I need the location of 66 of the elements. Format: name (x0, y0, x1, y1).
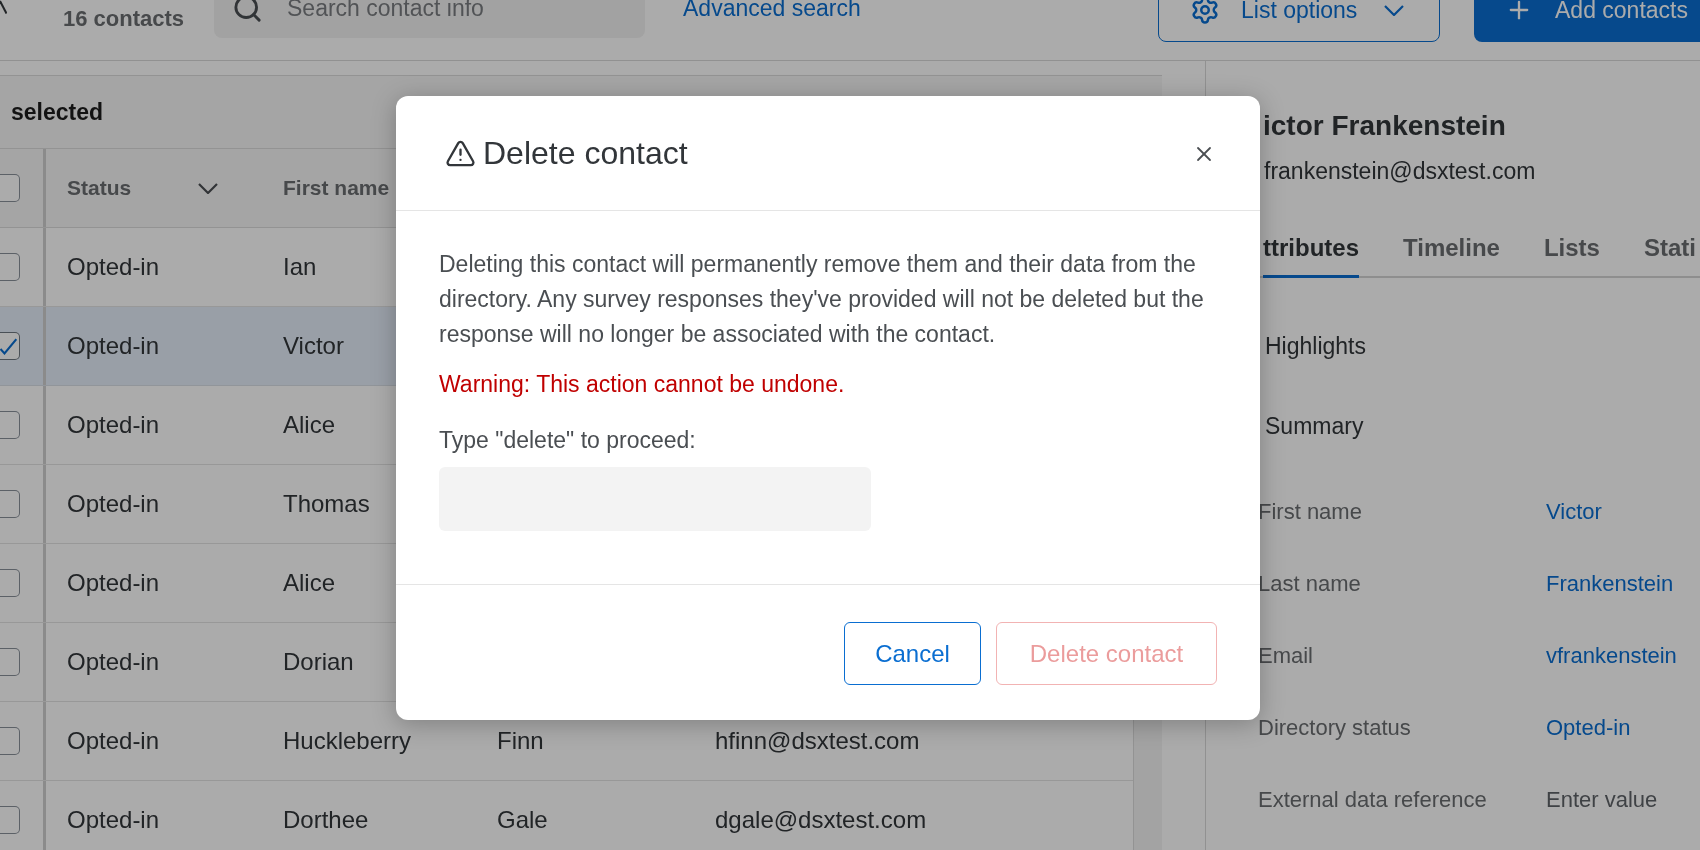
table-cell: Dorian (283, 647, 354, 677)
contact-count: 16 contacts (63, 6, 185, 32)
chevron-left-icon[interactable] (0, 0, 7, 14)
checkbox[interactable] (0, 174, 20, 202)
table-cell: Huckleberry (283, 726, 412, 756)
confirm-label: Type "delete" to proceed: (439, 426, 696, 455)
column-header[interactable]: Status (67, 175, 218, 201)
field-label: External data reference (1258, 786, 1488, 814)
checkbox[interactable] (0, 806, 20, 834)
field-value[interactable]: vfrankenstein (1546, 642, 1677, 670)
chevron-down-icon (198, 182, 218, 194)
selection-count: selected (11, 98, 104, 126)
table-cell: Opted-in (67, 726, 160, 756)
tab[interactable]: Stati (1643, 233, 1696, 278)
checkbox[interactable] (0, 411, 20, 439)
table-cell: Opted-in (67, 647, 160, 677)
contact-email: frankenstein@dsxtest.com (1264, 157, 1537, 185)
warning-text: Warning: This action cannot be undone. (439, 370, 845, 399)
cancel-button[interactable]: Cancel (844, 622, 981, 685)
add-contacts-button[interactable]: Add contacts (1474, 0, 1700, 42)
table-cell: dgale@dsxtest.com (715, 805, 927, 835)
check-icon (0, 337, 17, 355)
dialog-message: Deleting this contact will permanently remove them and their data from the directory. Any survey responses they've provided will not be deleted but the response will no longer be associated with the contact. (439, 250, 1205, 349)
tab[interactable]: Lists (1543, 233, 1600, 278)
field-value[interactable]: Opted-in (1546, 714, 1631, 742)
advanced-search-link[interactable]: Advanced search (683, 0, 861, 22)
checkbox[interactable] (0, 727, 20, 755)
chevron-down-icon (1384, 4, 1405, 16)
field-label: Last name (1258, 570, 1362, 598)
list-options-button[interactable]: List options (1158, 0, 1440, 42)
checkbox[interactable] (0, 569, 20, 597)
dialog-title: Delete contact (483, 136, 688, 170)
table-cell: Opted-in (67, 410, 160, 440)
field-value[interactable]: Victor (1546, 498, 1602, 526)
section-header[interactable]: Summary (1265, 412, 1700, 440)
table-cell: Alice (283, 568, 336, 598)
table-cell: Gale (497, 805, 548, 835)
search-icon (232, 0, 263, 24)
table-cell: Finn (497, 726, 544, 756)
table-cell: Opted-in (67, 252, 160, 282)
section-header[interactable]: Highlights (1265, 332, 1700, 360)
field-value[interactable]: Frankenstein (1546, 570, 1674, 598)
table-cell: hfinn@dsxtest.com (715, 726, 920, 756)
table-cell: Opted-in (67, 568, 160, 598)
value-field[interactable]: Enter value (1546, 786, 1686, 814)
table-cell: Opted-in (67, 489, 160, 519)
checkbox[interactable] (0, 490, 20, 518)
checkbox[interactable] (0, 332, 20, 360)
warning-icon (444, 138, 477, 169)
contact-name: ictor Frankenstein (1263, 109, 1507, 143)
table-cell: Ian (283, 252, 317, 282)
tab[interactable]: Timeline (1403, 233, 1500, 278)
checkbox[interactable] (0, 253, 20, 281)
table-cell: Alice (283, 410, 336, 440)
tab[interactable]: ttributes (1263, 233, 1359, 278)
field-label: Email (1258, 642, 1314, 670)
table-cell: Opted-in (67, 805, 160, 835)
table-cell: Victor (283, 331, 344, 361)
settings-icon (1190, 0, 1220, 25)
table-cell: Dorthee (283, 805, 369, 835)
field-label: First name (1258, 498, 1363, 526)
column-header[interactable]: First name (283, 175, 390, 201)
table-cell: Thomas (283, 489, 370, 519)
table-cell: Opted-in (67, 331, 160, 361)
field-label: Directory status (1258, 714, 1412, 742)
checkbox[interactable] (0, 648, 20, 676)
